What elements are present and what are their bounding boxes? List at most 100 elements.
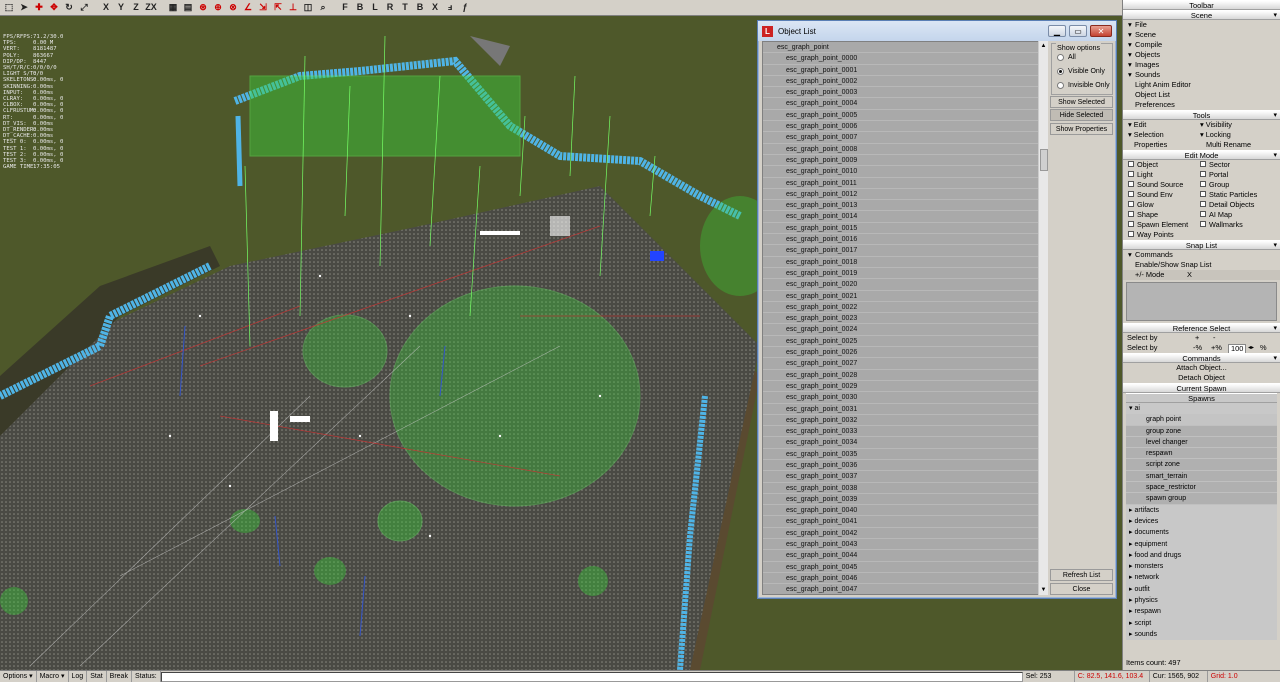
camera-icon[interactable]: ◫	[301, 1, 315, 14]
scale-tool-icon[interactable]: ⤢	[77, 1, 91, 14]
list-item[interactable]: esc_graph_point_0011	[763, 178, 1046, 189]
select-minus-pct-button[interactable]: -%	[1193, 343, 1202, 353]
list-item[interactable]: esc_graph_point_0042	[763, 528, 1046, 540]
move-axis-icon[interactable]: ✥	[47, 1, 61, 14]
list-scrollbar[interactable]: ▲ ▼	[1038, 41, 1048, 595]
radio-visible-only[interactable]: Visible Only	[1057, 68, 1105, 75]
detach-object-button[interactable]: Detach Object	[1123, 373, 1280, 383]
view-right-button[interactable]: R	[383, 1, 397, 14]
edit-mode-glow[interactable]: Glow	[1123, 200, 1195, 210]
commands-header[interactable]: Commands ▾	[1123, 353, 1280, 363]
list-item[interactable]: esc_graph_point_0043	[763, 539, 1046, 551]
list-item[interactable]: esc_graph_point_0040	[763, 505, 1046, 517]
edit-mode-spawn-element[interactable]: Spawn Element	[1123, 220, 1195, 230]
list-item[interactable]: esc_graph_point_0003	[763, 87, 1046, 99]
scroll-thumb[interactable]	[1040, 149, 1048, 171]
spawn-group[interactable]: ▸ outfit	[1126, 584, 1277, 595]
snap-list-box[interactable]	[1126, 282, 1277, 321]
view-left-button[interactable]: L	[368, 1, 382, 14]
list-item[interactable]: esc_graph_point_0036	[763, 460, 1046, 472]
list-item[interactable]: esc_graph_point_0045	[763, 562, 1046, 573]
list-item[interactable]: esc_graph_point_0000	[763, 53, 1046, 65]
rotate-tool-icon[interactable]: ↻	[62, 1, 76, 14]
list-item[interactable]: esc_graph_point_0002	[763, 76, 1046, 88]
collapse-icon[interactable]: ▾	[1273, 151, 1277, 161]
scene-link-object-list[interactable]: Object List	[1123, 90, 1280, 100]
view-top-button[interactable]: T	[398, 1, 412, 14]
break-button[interactable]: Break	[107, 671, 132, 682]
scene-menu-objects[interactable]: ▾ Objects	[1123, 50, 1280, 60]
snap-vertex-icon[interactable]: ⊕	[211, 1, 225, 14]
view-x-button[interactable]: X	[428, 1, 442, 14]
hide-selected-button[interactable]: Hide Selected	[1050, 109, 1113, 121]
edit-mode-static-particles[interactable]: Static Particles	[1195, 190, 1267, 200]
list-item[interactable]: esc_graph_point_0028	[763, 370, 1046, 381]
checkbox[interactable]	[1200, 191, 1206, 198]
list-item[interactable]: esc_graph_point_0015	[763, 223, 1046, 235]
axis-x-button[interactable]: X	[99, 1, 113, 14]
snap-list-header[interactable]: Snap List ▾	[1123, 240, 1280, 250]
list-item[interactable]: esc_graph_point_0044	[763, 550, 1046, 562]
snap-commands-item[interactable]: ▾ Commands	[1123, 250, 1280, 260]
stat-button[interactable]: Stat	[87, 671, 107, 682]
minimize-button[interactable]: ▁	[1048, 25, 1066, 37]
scene-menu-images[interactable]: ▾ Images	[1123, 60, 1280, 70]
collapse-icon[interactable]: ▾	[1273, 111, 1277, 121]
scene-menu-compile[interactable]: ▾ Compile	[1123, 40, 1280, 50]
radio-all[interactable]: All	[1057, 54, 1076, 61]
list-item[interactable]: esc_graph_point_0037	[763, 471, 1046, 483]
list-item[interactable]: esc_graph_point_0039	[763, 494, 1046, 506]
view-back-button[interactable]: B	[353, 1, 367, 14]
radio-all-dot[interactable]	[1057, 54, 1064, 61]
list-item[interactable]: esc_graph_point_0030	[763, 392, 1046, 404]
scene-menu-file[interactable]: ▾ File	[1123, 20, 1280, 30]
refresh-list-button[interactable]: Refresh List	[1050, 569, 1113, 581]
spawn-item[interactable]: space_restrictor	[1126, 482, 1277, 494]
object-tree-list[interactable]: esc_graph_point esc_graph_point_0000 esc_…	[762, 41, 1047, 595]
tool-edit[interactable]: ▾ Edit	[1123, 120, 1195, 130]
view-bottom-button[interactable]: B	[413, 1, 427, 14]
snap-scale-icon[interactable]: ⇱	[271, 1, 285, 14]
list-item[interactable]: esc_graph_point_0001	[763, 65, 1046, 76]
log-button[interactable]: Log	[69, 671, 88, 682]
spawn-group[interactable]: ▸ physics	[1126, 595, 1277, 606]
edit-mode-ai-map[interactable]: AI Map	[1195, 210, 1267, 220]
radio-invisible-dot[interactable]	[1057, 82, 1064, 89]
spawn-group[interactable]: ▸ food and drugs	[1126, 550, 1277, 561]
mode-row[interactable]: +/- Mode X	[1123, 270, 1280, 280]
enable-snap-item[interactable]: Enable/Show Snap List	[1123, 260, 1280, 270]
show-properties-button[interactable]: Show Properties	[1050, 123, 1113, 135]
plus-icon[interactable]: +	[1195, 333, 1199, 343]
list-item[interactable]: esc_graph_point_0017	[763, 245, 1046, 257]
checkbox[interactable]	[1128, 171, 1134, 178]
checkbox[interactable]	[1200, 161, 1206, 168]
scroll-down-icon[interactable]: ▼	[1039, 585, 1048, 595]
spawn-item[interactable]: level changer	[1126, 436, 1277, 449]
list-item[interactable]: esc_graph_point_0007	[763, 132, 1046, 144]
spawn-group[interactable]: ▸ network	[1126, 572, 1277, 583]
free-cam-icon[interactable]: ƒ	[458, 1, 472, 14]
list-item[interactable]: esc_graph_point_0016	[763, 234, 1046, 246]
list-item[interactable]: esc_graph_point_0021	[763, 291, 1046, 302]
list-item[interactable]: esc_graph_point_0012	[763, 189, 1046, 201]
options-menu[interactable]: Options ▾	[0, 671, 37, 682]
select-plus-pct-button[interactable]: +%	[1211, 343, 1222, 353]
perspective-icon[interactable]: ⅎ	[443, 1, 457, 14]
snap-normal-icon[interactable]: ⊥	[286, 1, 300, 14]
spinner-icon[interactable]: ◂▸	[1248, 343, 1254, 353]
edit-mode-group[interactable]: Group	[1195, 180, 1267, 190]
attach-object-button[interactable]: Attach Object...	[1123, 363, 1280, 373]
list-item[interactable]: esc_graph_point_0008	[763, 144, 1046, 155]
checkbox[interactable]	[1200, 211, 1206, 218]
spawn-group[interactable]: ▸ respawn	[1126, 606, 1277, 617]
list-item[interactable]: esc_graph_point_0009	[763, 155, 1046, 167]
radio-invisible-only[interactable]: Invisible Only	[1057, 82, 1110, 89]
list-item[interactable]: esc_graph_point_0022	[763, 302, 1046, 314]
snap-angle-icon[interactable]: ∠	[241, 1, 255, 14]
edit-mode-object[interactable]: Object	[1123, 160, 1195, 170]
spawn-item[interactable]: group zone	[1126, 425, 1277, 437]
checkbox[interactable]	[1200, 181, 1206, 188]
axis-zx-button[interactable]: ZX	[144, 1, 158, 14]
grid2-icon[interactable]: ▤	[181, 1, 195, 14]
tool-selection[interactable]: ▾ Selection	[1123, 130, 1195, 140]
